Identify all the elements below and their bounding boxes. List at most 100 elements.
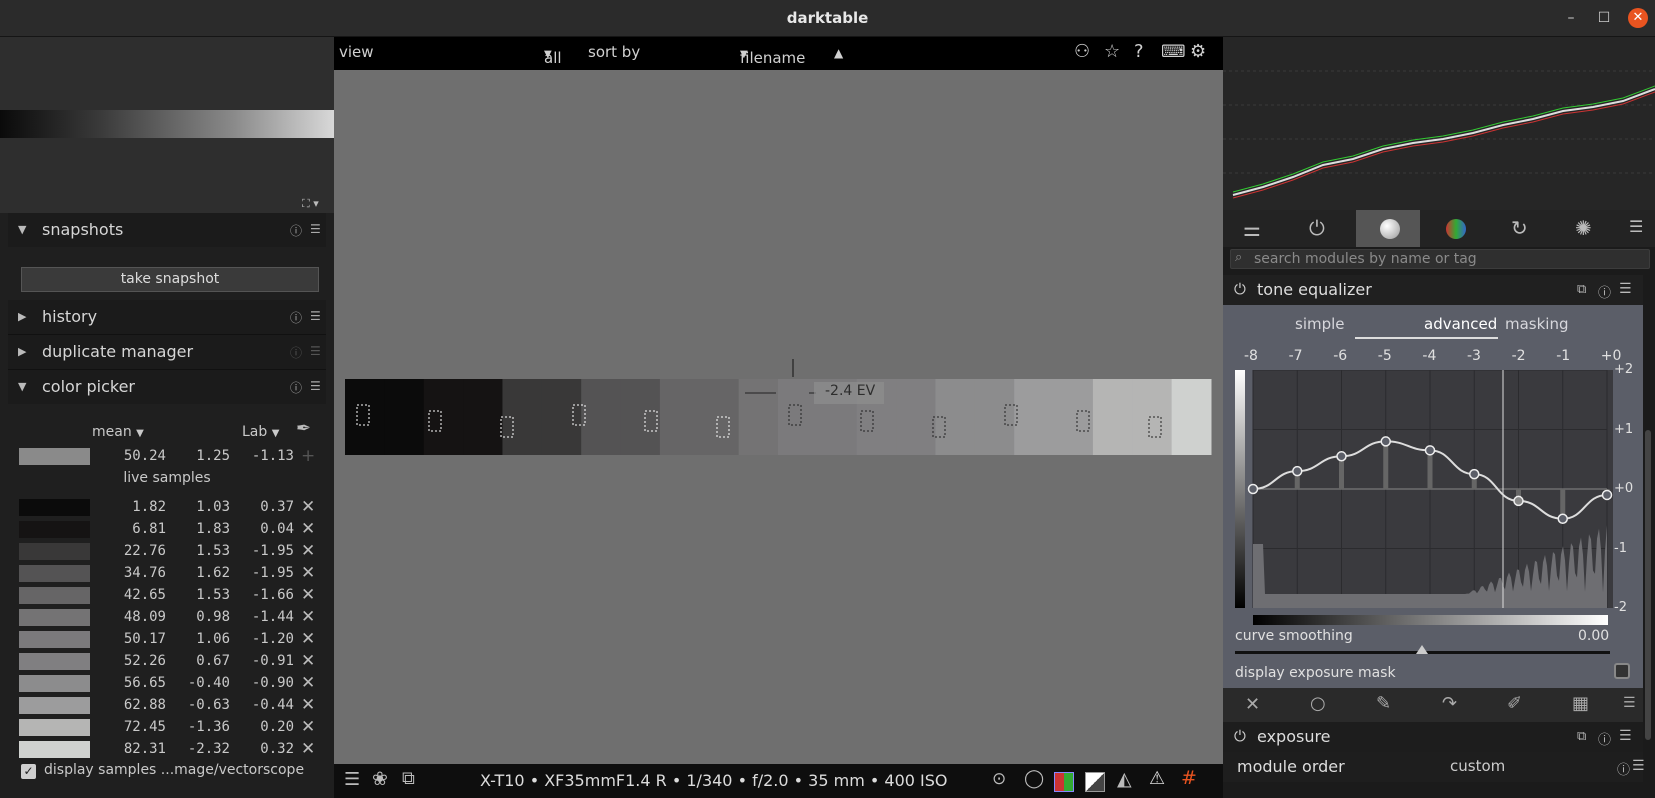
right-panel-scrollbar[interactable] (1645, 430, 1651, 740)
presets-icon[interactable]: ☰ (1632, 758, 1645, 774)
picker-mode-dropdown[interactable]: mean ▼ (92, 424, 144, 440)
curve-node[interactable] (1513, 495, 1524, 507)
remove-sample-icon[interactable]: ✕ (301, 607, 315, 627)
tab-masking[interactable]: masking (1505, 315, 1569, 333)
remove-sample-icon[interactable]: ✕ (301, 673, 315, 693)
snapshots-header[interactable]: ▼ snapshots ⓘ ☰ (8, 213, 326, 247)
blend-off-icon[interactable]: ✕ (1245, 694, 1260, 715)
power-icon[interactable]: ⏻ (1309, 216, 1325, 240)
maximize-icon[interactable]: ☐ (1594, 8, 1614, 28)
correct-icon[interactable]: ↻ (1511, 216, 1528, 240)
presets-icon[interactable]: ☰ (1623, 695, 1636, 711)
sort-direction-icon[interactable]: ▲ (834, 46, 843, 60)
menu-icon[interactable]: ☰ (344, 769, 360, 790)
eyedropper-icon[interactable]: ✒ (296, 418, 311, 439)
effect-icon[interactable]: ✺ (1575, 216, 1592, 240)
help-icon[interactable]: ? (1134, 41, 1144, 62)
picker-space-dropdown[interactable]: Lab ▼ (242, 424, 279, 440)
ev-tick-label: -1 (1556, 348, 1571, 364)
info-icon[interactable]: ⓘ (290, 222, 302, 239)
reset-icon[interactable]: ⓘ (1598, 729, 1611, 748)
remove-sample-icon[interactable]: ✕ (301, 651, 315, 671)
history-header[interactable]: ▶ history ⓘ ☰ (8, 300, 326, 334)
remove-sample-icon[interactable]: ✕ (301, 629, 315, 649)
curve-node[interactable] (1424, 445, 1436, 456)
guides-icon[interactable]: # (1181, 767, 1197, 789)
sample-a: -2.32 (187, 741, 230, 757)
remove-sample-icon[interactable]: ✕ (301, 739, 315, 759)
module-search-input[interactable]: ⌕ search modules by name or tag (1230, 249, 1650, 269)
curve-node[interactable] (1469, 468, 1480, 480)
exposure-mask-toggle[interactable] (1614, 663, 1630, 679)
tone-curve-graph[interactable] (1235, 369, 1615, 609)
gear-icon[interactable]: ⚙ (1190, 41, 1206, 62)
power-icon[interactable]: ⏻ (1234, 727, 1246, 745)
add-sample-icon[interactable]: + (301, 446, 315, 466)
info-icon[interactable]: ⓘ (1617, 759, 1630, 778)
tone-equalizer-header[interactable]: ⏻ tone equalizer ⧉ ⓘ ☰ (1223, 275, 1643, 305)
sample-swatch (19, 609, 90, 626)
color-icon[interactable] (1446, 219, 1466, 239)
info-icon[interactable]: ⓘ (290, 344, 302, 361)
power-icon[interactable]: ⏻ (1234, 280, 1246, 298)
snapshots-label: snapshots (42, 220, 124, 239)
multi-instance-icon[interactable]: ⧉ (1577, 282, 1586, 297)
second-window-icon[interactable]: ⧉ (402, 768, 415, 789)
curve-smoothing-value: 0.00 (1578, 628, 1610, 644)
curve-node[interactable] (1380, 436, 1391, 447)
star-icon[interactable]: ☆ (1104, 41, 1120, 62)
presets-icon[interactable]: ☰ (310, 379, 321, 393)
info-icon[interactable]: ⓘ (290, 379, 302, 396)
exposure-header[interactable]: ⏻ exposure ⧉ ⓘ ☰ (1223, 722, 1643, 752)
curve-node[interactable] (1247, 483, 1259, 495)
remove-sample-icon[interactable]: ✕ (301, 497, 315, 517)
presets-icon[interactable]: ☰ (310, 344, 321, 358)
presets-icon[interactable]: ☰ (1619, 728, 1632, 744)
multi-instance-icon[interactable]: ⧉ (1577, 729, 1586, 744)
keyboard-icon[interactable]: ⌨ (1161, 42, 1186, 62)
focus-peaking-icon[interactable]: ⊙ (992, 769, 1006, 789)
info-icon[interactable]: ⓘ (290, 309, 302, 326)
presets-icon[interactable]: ☰ (310, 309, 321, 323)
grouping-icon[interactable]: ⚇ (1074, 41, 1090, 62)
presets-icon[interactable]: ☰ (310, 222, 321, 236)
take-snapshot-button[interactable]: take snapshot (21, 267, 319, 292)
uniform-blend-icon[interactable]: ○ (1310, 693, 1326, 714)
curve-node[interactable] (1336, 451, 1347, 462)
raster-mask-icon[interactable]: ▦ (1572, 693, 1589, 714)
remove-sample-icon[interactable]: ✕ (301, 519, 315, 539)
remove-sample-icon[interactable]: ✕ (301, 541, 315, 561)
curve-node[interactable] (1601, 489, 1613, 501)
curve-node[interactable] (1557, 513, 1568, 524)
tab-simple[interactable]: simple (1295, 315, 1345, 333)
navigation-preview[interactable]: ⛶ ▾ (0, 37, 334, 213)
slider-handle[interactable] (1416, 645, 1428, 654)
presets-icon[interactable]: ☰ (1629, 217, 1643, 236)
remove-sample-icon[interactable]: ✕ (301, 717, 315, 737)
drawn-parametric-icon[interactable]: ✐ (1507, 693, 1522, 714)
curve-node[interactable] (1292, 465, 1303, 477)
styles-icon[interactable]: ❀ (372, 768, 388, 790)
remove-sample-icon[interactable]: ✕ (301, 563, 315, 583)
tab-advanced[interactable]: advanced (1424, 315, 1497, 333)
ev-tick-label: -7 (1288, 348, 1303, 364)
softproof-icon[interactable] (1085, 772, 1105, 792)
gamut-check-icon[interactable]: ◭ (1117, 768, 1132, 790)
bulb-icon[interactable]: ◯ (1024, 768, 1044, 789)
remove-sample-icon[interactable]: ✕ (301, 585, 315, 605)
histogram[interactable] (1223, 37, 1655, 210)
parametric-mask-icon[interactable]: ↷ (1442, 693, 1457, 714)
warning-icon[interactable]: ⚠ (1149, 768, 1165, 789)
reset-icon[interactable]: ⓘ (1598, 282, 1611, 301)
display-samples-checkbox[interactable]: ✓ (21, 764, 36, 779)
minimize-icon[interactable]: – (1561, 8, 1581, 28)
remove-sample-icon[interactable]: ✕ (301, 695, 315, 715)
image-view[interactable]: -2.4 EV (334, 70, 1223, 764)
color-assessment-icon[interactable] (1054, 772, 1074, 792)
presets-icon[interactable]: ☰ (1619, 281, 1632, 297)
color-picker-header[interactable]: ▼ color picker ⓘ ☰ (8, 370, 326, 404)
quick-access-icon[interactable]: ⚌ (1243, 217, 1261, 241)
close-icon[interactable]: ✕ (1628, 8, 1648, 28)
duplicate-manager-header[interactable]: ▶ duplicate manager ⓘ ☰ (8, 335, 326, 369)
drawn-mask-icon[interactable]: ✎ (1376, 693, 1391, 714)
